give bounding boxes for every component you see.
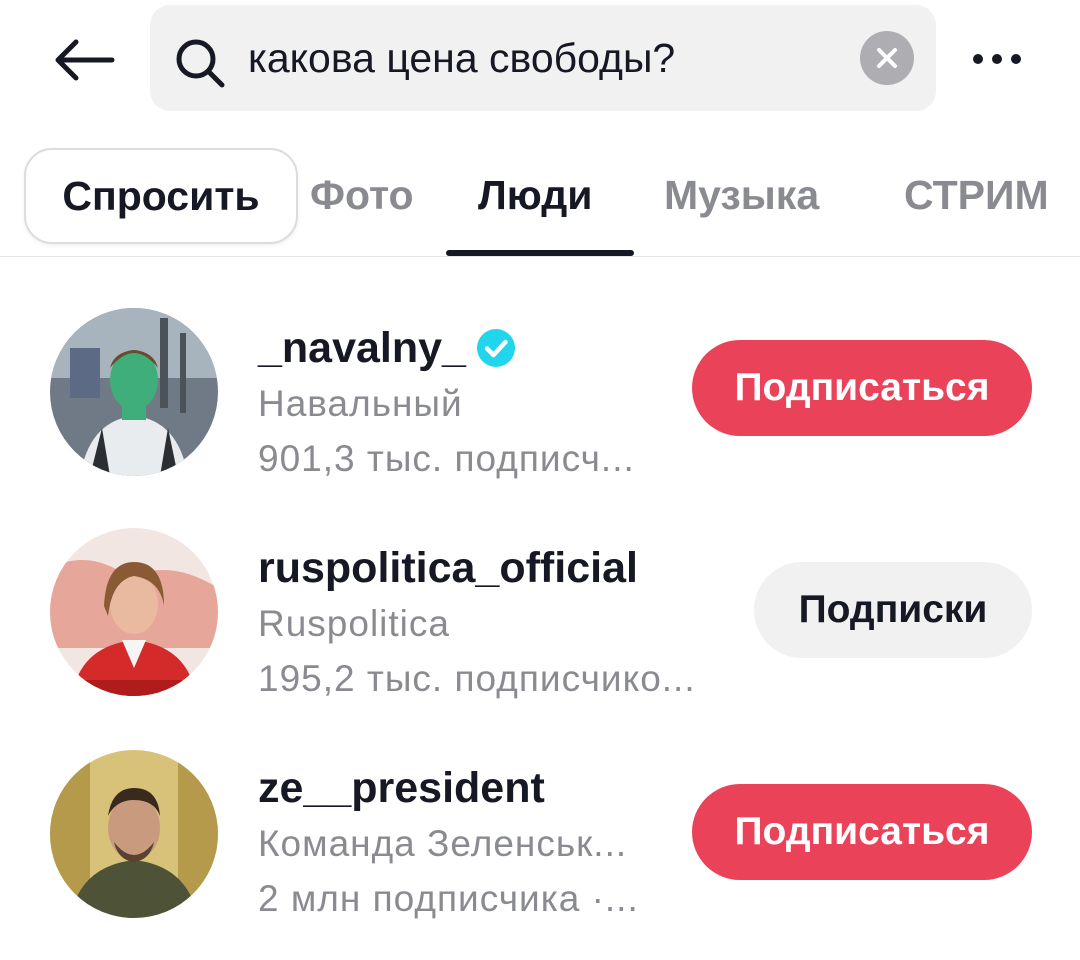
search-tabs: Спросить Фото Люди Музыка СТРИМ [0, 140, 1080, 258]
tab-photo[interactable]: Фото [310, 140, 414, 258]
follow-button[interactable]: Подписаться [692, 340, 1032, 436]
username-line: ze__president [258, 758, 639, 818]
follow-button[interactable]: Подписаться [692, 784, 1032, 880]
back-button[interactable] [48, 28, 120, 92]
display-name: Команда Зеленськ... [258, 823, 628, 864]
following-button[interactable]: Подписки [754, 562, 1032, 658]
more-options-button[interactable] [960, 36, 1034, 82]
verified-badge-icon [476, 329, 515, 367]
display-name: Ruspolitica [258, 603, 450, 644]
more-horizontal-icon [992, 54, 1002, 64]
username-line: ruspolitica_official [258, 538, 696, 598]
display-name: Навальный [258, 383, 463, 424]
user-info: _navalny_ Навальный 901,3 тыс. подписч..… [258, 318, 635, 488]
avatar[interactable] [50, 308, 218, 476]
tab-live[interactable]: СТРИМ [904, 140, 1049, 258]
avatar[interactable] [50, 528, 218, 696]
tab-ask[interactable]: Спросить [24, 148, 298, 244]
user-result-row[interactable]: ze__president Команда Зеленськ... 2 млн … [0, 734, 1080, 934]
search-results-screen: какова цена свободы? Спросить Фото Люди … [0, 0, 1080, 960]
username-line: _navalny_ [258, 318, 635, 378]
username: ruspolitica_official [258, 543, 638, 592]
user-info: ze__president Команда Зеленськ... 2 млн … [258, 758, 639, 928]
tab-music[interactable]: Музыка [664, 140, 819, 258]
arrow-left-icon [55, 39, 115, 81]
tab-people[interactable]: Люди [478, 140, 592, 258]
user-info: ruspolitica_official Ruspolitica 195,2 т… [258, 538, 696, 708]
avatar[interactable] [50, 750, 218, 918]
follower-count: 901,3 тыс. подписч... [258, 438, 635, 479]
more-horizontal-icon [1011, 54, 1021, 64]
user-result-row[interactable]: _navalny_ Навальный 901,3 тыс. подписч..… [0, 290, 1080, 490]
more-horizontal-icon [973, 54, 983, 64]
user-result-row[interactable]: ruspolitica_official Ruspolitica 195,2 т… [0, 510, 1080, 710]
search-input[interactable]: какова цена свободы? [248, 5, 675, 111]
clear-search-button[interactable] [860, 31, 914, 85]
search-icon [176, 39, 225, 88]
tabs-divider [0, 256, 1080, 257]
follower-count: 2 млн подписчика ·... [258, 878, 639, 919]
follower-count: 195,2 тыс. подписчико... [258, 658, 696, 699]
clear-x-icon [877, 48, 897, 68]
username: _navalny_ [258, 323, 466, 372]
username: ze__president [258, 763, 545, 812]
search-bar[interactable]: какова цена свободы? [150, 5, 936, 111]
